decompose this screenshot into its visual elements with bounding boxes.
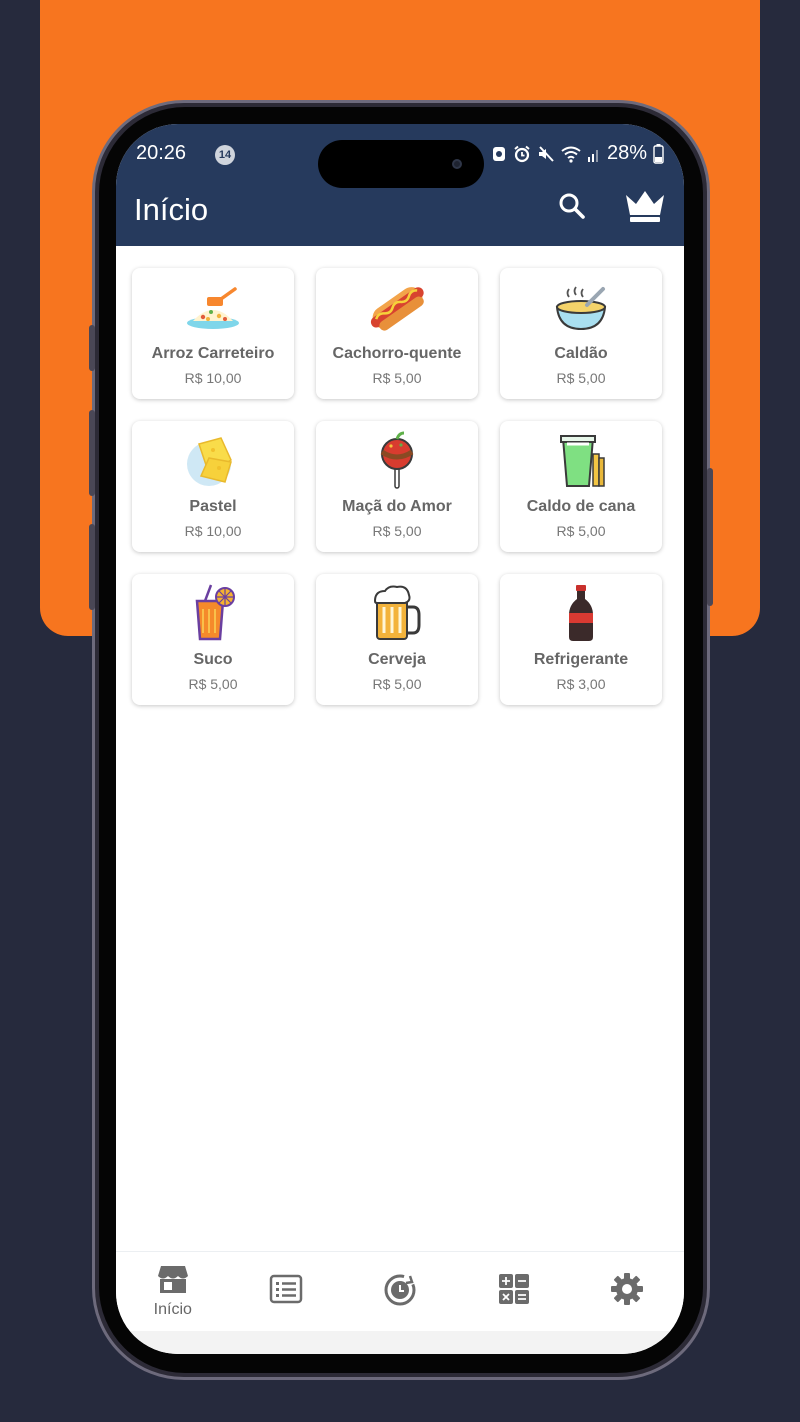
candy-apple-icon bbox=[380, 431, 414, 489]
status-icons: 28% bbox=[491, 142, 664, 165]
gear-icon bbox=[610, 1272, 644, 1311]
sugarcane-juice-icon bbox=[560, 435, 605, 487]
product-name: Arroz Carreteiro bbox=[151, 345, 275, 362]
product-card[interactable]: Pastel R$ 10,00 bbox=[132, 421, 294, 552]
calculator-icon bbox=[498, 1273, 530, 1310]
product-name: Refrigerante bbox=[533, 651, 629, 668]
product-card[interactable]: Caldão R$ 5,00 bbox=[500, 268, 662, 399]
phone-volume-up-button bbox=[89, 410, 95, 496]
phone-volume-down-button bbox=[89, 524, 95, 610]
store-icon bbox=[156, 1264, 190, 1299]
product-card[interactable]: Caldo de cana R$ 5,00 bbox=[500, 421, 662, 552]
product-card[interactable]: Maçã do Amor R$ 5,00 bbox=[316, 421, 478, 552]
beer-mug-icon bbox=[373, 585, 421, 640]
product-card[interactable]: Cachorro-quente R$ 5,00 bbox=[316, 268, 478, 399]
premium-button[interactable] bbox=[622, 188, 668, 224]
battery-icon bbox=[653, 143, 664, 164]
gesture-bar bbox=[116, 1331, 684, 1354]
history-icon bbox=[382, 1271, 418, 1312]
product-name: Caldo de cana bbox=[526, 498, 636, 515]
product-card[interactable]: Refrigerante R$ 3,00 bbox=[500, 574, 662, 705]
nav-item-list[interactable] bbox=[230, 1252, 344, 1331]
phone-side-button bbox=[89, 325, 95, 371]
product-name: Maçã do Amor bbox=[342, 498, 452, 515]
product-card[interactable]: Suco R$ 5,00 bbox=[132, 574, 294, 705]
nav-item-history[interactable] bbox=[343, 1252, 457, 1331]
juice-icon bbox=[195, 584, 235, 641]
product-name: Cerveja bbox=[368, 651, 426, 668]
bottom-navigation: Início bbox=[116, 1251, 684, 1331]
nav-item-gear[interactable] bbox=[570, 1252, 684, 1331]
mute-icon bbox=[537, 145, 555, 163]
pastel-icon bbox=[187, 437, 232, 486]
nav-item-calculator[interactable] bbox=[457, 1252, 571, 1331]
product-name: Caldão bbox=[554, 345, 608, 362]
battery-percent: 28% bbox=[606, 142, 647, 164]
product-name: Cachorro-quente bbox=[332, 345, 462, 362]
notification-count-badge: 14 bbox=[215, 145, 235, 165]
product-price: R$ 5,00 bbox=[556, 523, 606, 539]
nav-item-store[interactable]: Início bbox=[116, 1252, 230, 1331]
product-card[interactable]: Arroz Carreteiro R$ 10,00 bbox=[132, 268, 294, 399]
status-time: 20:26 bbox=[136, 142, 187, 164]
nav-label: Início bbox=[153, 1301, 192, 1318]
product-price: R$ 5,00 bbox=[556, 370, 606, 386]
product-price: R$ 3,00 bbox=[556, 676, 606, 692]
save-status-icon bbox=[491, 145, 507, 163]
product-price: R$ 5,00 bbox=[372, 370, 422, 386]
product-price: R$ 5,00 bbox=[372, 523, 422, 539]
product-price: R$ 10,00 bbox=[184, 523, 242, 539]
product-price: R$ 5,00 bbox=[188, 676, 238, 692]
search-icon bbox=[559, 193, 585, 219]
alarm-icon bbox=[513, 145, 531, 163]
soda-bottle-icon bbox=[569, 585, 593, 641]
product-price: R$ 5,00 bbox=[372, 676, 422, 692]
phone-screen: 20:26 14 28% Início Arroz Carreteiro R$ … bbox=[116, 124, 684, 1354]
hot-dog-icon bbox=[370, 287, 424, 331]
product-name: Suco bbox=[193, 651, 233, 668]
search-button[interactable] bbox=[554, 188, 590, 224]
app-bar: 20:26 14 28% Início bbox=[116, 124, 684, 246]
soup-bowl-icon bbox=[555, 286, 607, 331]
product-card[interactable]: Cerveja R$ 5,00 bbox=[316, 574, 478, 705]
camera-cutout bbox=[318, 140, 484, 188]
product-name: Pastel bbox=[189, 498, 237, 515]
rice-dish-icon bbox=[187, 287, 239, 329]
crown-icon bbox=[626, 191, 664, 222]
product-price: R$ 10,00 bbox=[184, 370, 242, 386]
page-title: Início bbox=[134, 192, 209, 227]
signal-icon bbox=[587, 145, 601, 163]
product-grid: Arroz Carreteiro R$ 10,00 Cachorro-quente R… bbox=[132, 268, 664, 705]
list-icon bbox=[269, 1274, 303, 1309]
phone-power-button bbox=[707, 468, 713, 606]
wifi-icon bbox=[561, 145, 581, 163]
